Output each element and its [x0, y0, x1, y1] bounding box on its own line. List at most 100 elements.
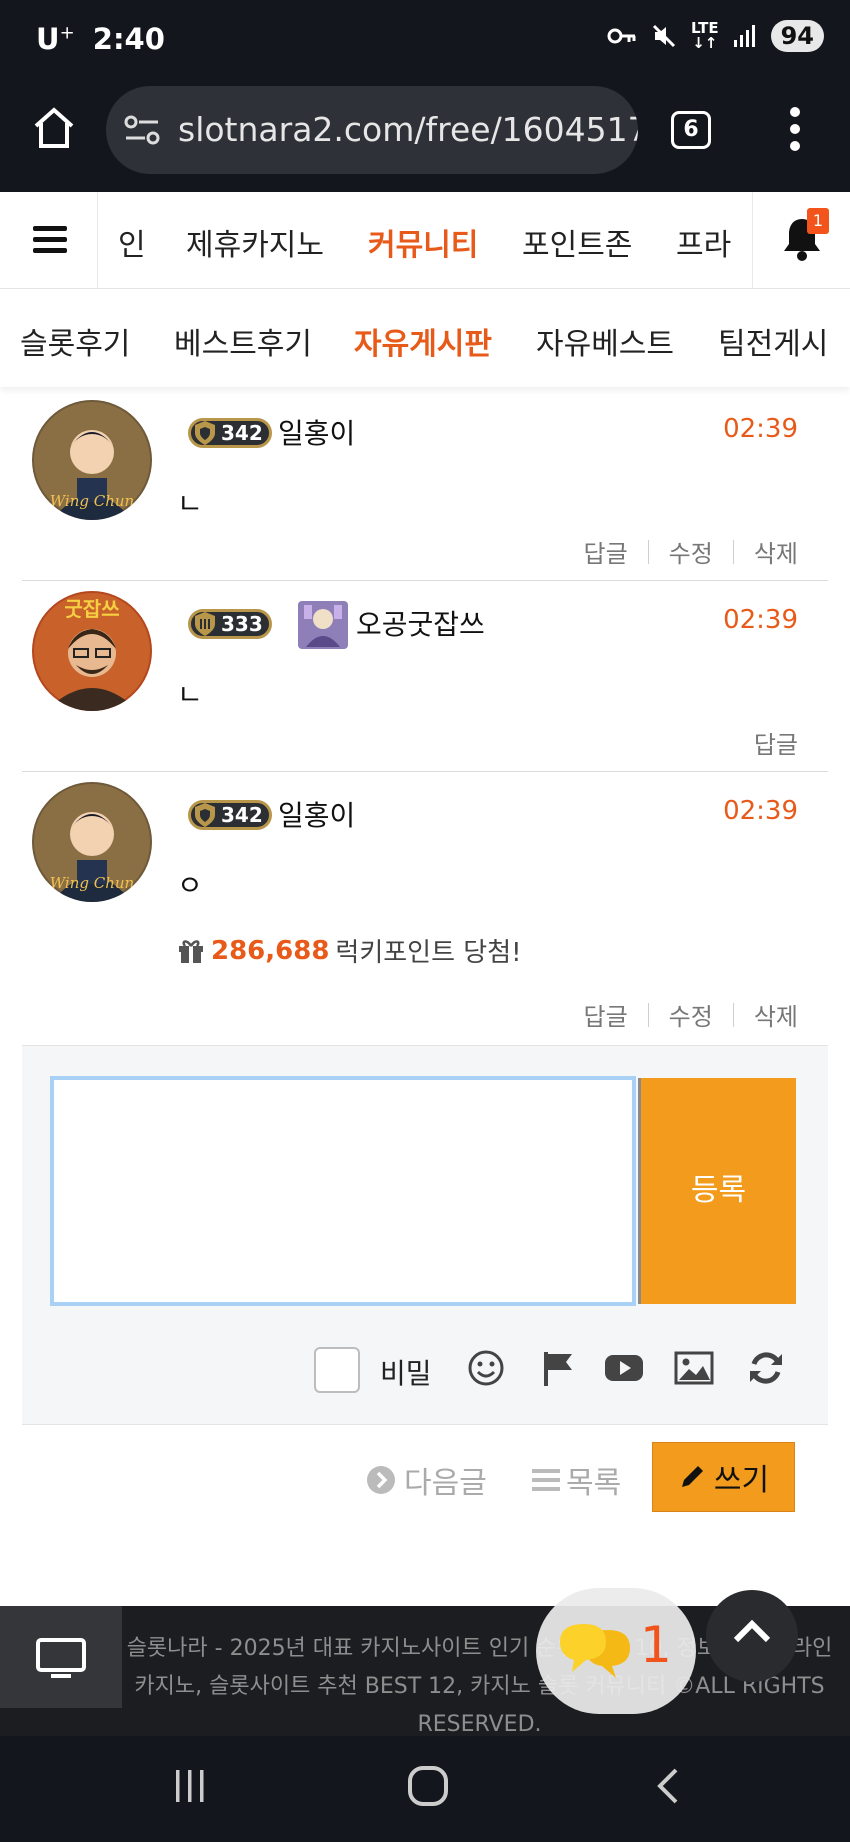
delete-button[interactable]: 삭제 — [754, 534, 798, 569]
comment-item: Wing Chun 342 일홍이 02:39 ㅇ 286,688 럭키포인트 … — [22, 772, 828, 1045]
next-post-label: 다음글 — [404, 1466, 487, 1501]
comment-author[interactable]: 오공굿잡쓰 — [356, 603, 485, 643]
site-main-nav: 인 제휴카지노 커뮤니티 포인트존 프라 1 — [0, 192, 850, 289]
level-badge: 342 — [188, 800, 272, 830]
reply-button[interactable]: 답글 — [583, 997, 627, 1032]
comment-actions: 답글 수정 삭제 — [583, 534, 798, 569]
comment-actions: 답글 수정 삭제 — [583, 997, 798, 1032]
level-number: 342 — [221, 803, 263, 827]
carrier-label: U — [36, 22, 60, 56]
avatar-caption: 굿잡쓰 — [64, 597, 120, 621]
write-post-button[interactable]: 쓰기 — [652, 1442, 795, 1512]
comment-author[interactable]: 일홍이 — [278, 412, 355, 452]
submit-comment-button[interactable]: 등록 — [638, 1078, 796, 1304]
board-sub-nav: 슬롯후기 베스트후기 자유게시판 자유베스트 팀전게시 — [0, 289, 850, 387]
secret-checkbox[interactable] — [314, 1347, 360, 1393]
refresh-icon[interactable] — [746, 1348, 786, 1388]
mute-icon — [652, 24, 676, 48]
list-label: 목록 — [566, 1466, 622, 1501]
avatar[interactable]: 굿잡쓰 — [32, 591, 152, 711]
level-badge: 342 — [188, 418, 272, 448]
lucky-point-notice: 286,688 럭키포인트 당첨! — [177, 932, 522, 969]
level-number: 342 — [221, 421, 263, 445]
chevron-right-circle-icon — [367, 1466, 395, 1494]
user-emblem-icon — [298, 601, 348, 649]
avatar-caption: Wing Chun — [49, 492, 135, 510]
comment-form: 등록 비밀 — [22, 1045, 828, 1425]
gift-icon — [179, 939, 203, 963]
comment-item: Wing Chun 342 일홍이 02:39 ㄴ 답글 수정 삭제 — [22, 390, 828, 581]
site-settings-icon[interactable] — [124, 114, 160, 146]
comment-item: 굿잡쓰 333 오공굿잡쓰 02:39 ㄴ 답글 — [22, 581, 828, 772]
desktop-view-button[interactable] — [0, 1606, 122, 1708]
comment-textarea[interactable] — [50, 1076, 636, 1306]
signal-icon — [733, 25, 755, 47]
edit-button[interactable]: 수정 — [669, 534, 713, 569]
comment-time: 02:39 — [723, 796, 798, 826]
hamburger-menu-icon[interactable] — [0, 192, 98, 288]
shield-icon — [195, 421, 215, 445]
url-text: slotnara2.com/free/1604517 — [178, 110, 638, 149]
avatar[interactable]: Wing Chun — [32, 400, 152, 520]
battery-level: 94 — [770, 20, 824, 52]
notification-button[interactable]: 1 — [752, 192, 850, 288]
chat-floating-button[interactable]: 1 — [536, 1588, 696, 1714]
shield-icon — [195, 803, 215, 827]
subnav-slot-review[interactable]: 슬롯후기 — [20, 319, 130, 363]
nav-item-point-zone[interactable]: 포인트존 — [522, 220, 632, 264]
subnav-team-board[interactable]: 팀전게시 — [718, 319, 828, 363]
reply-button[interactable]: 답글 — [754, 725, 798, 760]
list-icon — [532, 1469, 560, 1491]
avatar[interactable]: Wing Chun — [32, 782, 152, 902]
youtube-icon[interactable] — [604, 1348, 644, 1388]
subnav-free-board[interactable]: 자유게시판 — [354, 319, 492, 363]
nav-item-partial[interactable]: 프라 — [676, 220, 731, 264]
carrier-time: U+ 2:40 — [36, 22, 165, 56]
chat-icon — [560, 1624, 630, 1678]
nav-item-partner-casino[interactable]: 제휴카지노 — [186, 220, 324, 264]
list-link[interactable]: 목록 — [532, 1458, 621, 1502]
network-type: LTE ↓↑ — [691, 19, 719, 52]
chat-count-badge: 1 — [640, 1616, 672, 1674]
home-icon[interactable] — [32, 106, 76, 150]
address-bar[interactable]: slotnara2.com/free/1604517 — [106, 86, 638, 174]
edit-button[interactable]: 수정 — [669, 997, 713, 1032]
home-button-icon[interactable] — [406, 1764, 450, 1808]
comment-author[interactable]: 일홍이 — [278, 794, 355, 834]
secret-label: 비밀 — [380, 1357, 432, 1390]
write-label: 쓰기 — [713, 1463, 770, 1498]
comment-time: 02:39 — [723, 605, 798, 635]
recent-apps-icon[interactable] — [170, 1766, 210, 1806]
notification-badge: 1 — [807, 208, 829, 234]
image-icon[interactable] — [674, 1348, 714, 1388]
reply-button[interactable]: 답글 — [583, 534, 627, 569]
status-bar: U+ 2:40 LTE ↓↑ 94 — [0, 0, 850, 78]
back-icon[interactable] — [652, 1766, 682, 1806]
comment-body: ㅇ — [177, 869, 203, 902]
more-menu-icon[interactable] — [788, 106, 802, 152]
clock: 2:40 — [92, 22, 165, 56]
delete-button[interactable]: 삭제 — [754, 997, 798, 1032]
nav-item-community[interactable]: 커뮤니티 — [368, 220, 478, 264]
shield-icon — [195, 612, 215, 636]
lucky-point-label: 럭키포인트 당첨! — [335, 938, 522, 968]
lucky-point-amount: 286,688 — [211, 935, 330, 966]
scroll-top-button[interactable] — [706, 1590, 798, 1682]
pencil-icon — [681, 1466, 703, 1487]
chevron-up-icon — [733, 1619, 771, 1643]
comment-body: ㄴ — [177, 678, 203, 711]
system-navigation-bar — [0, 1736, 850, 1842]
flag-icon[interactable] — [538, 1348, 578, 1388]
smile-icon[interactable] — [466, 1348, 506, 1388]
level-badge: 333 — [188, 609, 272, 639]
next-post-link[interactable]: 다음글 — [366, 1458, 487, 1502]
comment-actions: 답글 — [754, 725, 798, 760]
tab-switcher-button[interactable]: 6 — [671, 111, 711, 149]
subnav-best-review[interactable]: 베스트후기 — [174, 319, 312, 363]
monitor-icon — [36, 1638, 86, 1678]
browser-toolbar: slotnara2.com/free/1604517 6 — [0, 78, 850, 192]
carrier-sup: + — [59, 22, 75, 44]
nav-item-login-partial[interactable]: 인 — [118, 220, 146, 264]
comment-body: ㄴ — [177, 487, 203, 520]
subnav-free-best[interactable]: 자유베스트 — [536, 319, 674, 363]
